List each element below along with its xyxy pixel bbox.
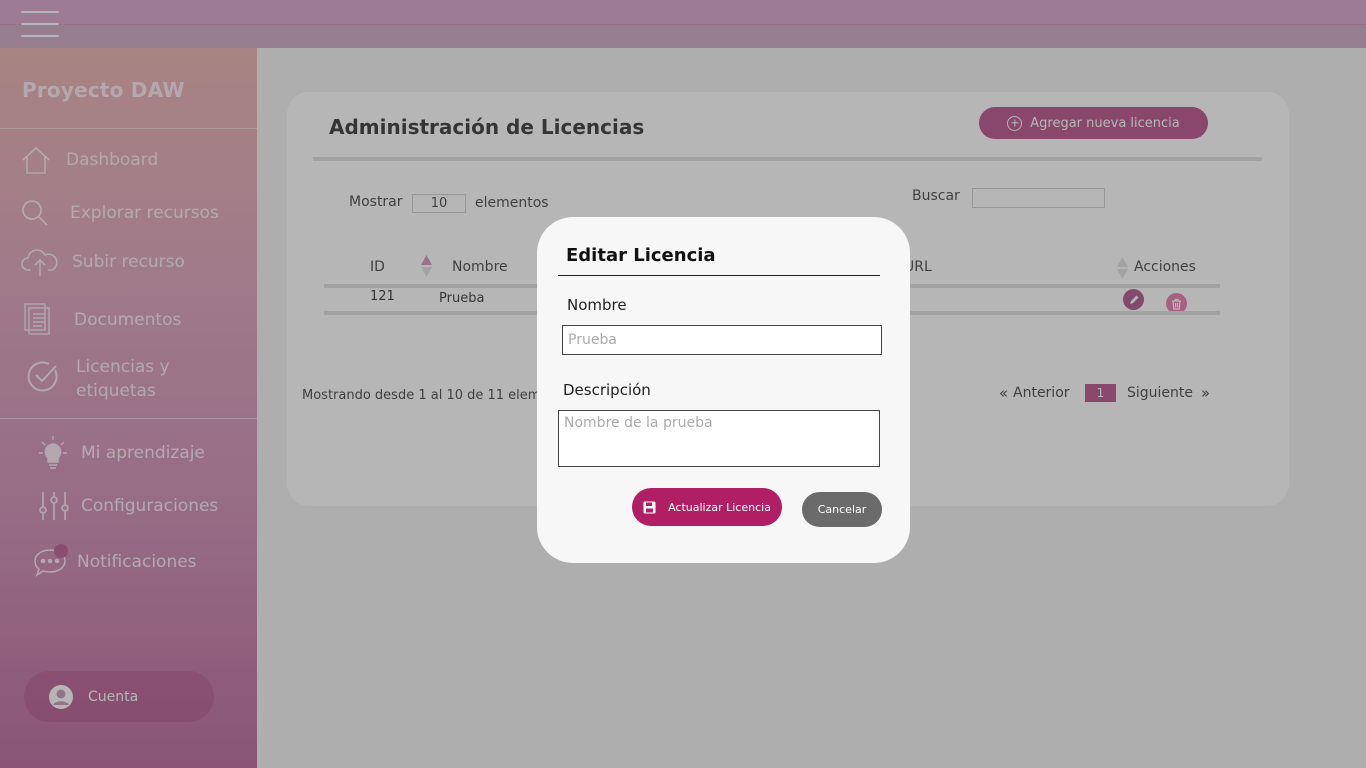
- name-input[interactable]: [562, 325, 882, 355]
- modal-divider: [558, 275, 880, 276]
- modal-title: Editar Licencia: [566, 245, 716, 266]
- description-label: Descripción: [563, 381, 651, 399]
- update-license-label: Actualizar Licencia: [668, 500, 771, 514]
- edit-license-modal: Editar Licencia Nombre Descripción Actua…: [537, 217, 910, 563]
- description-textarea[interactable]: [558, 410, 880, 467]
- update-license-button[interactable]: Actualizar Licencia: [632, 488, 782, 526]
- name-label: Nombre: [567, 296, 627, 314]
- save-icon: [643, 501, 656, 513]
- cancel-button[interactable]: Cancelar: [802, 492, 882, 527]
